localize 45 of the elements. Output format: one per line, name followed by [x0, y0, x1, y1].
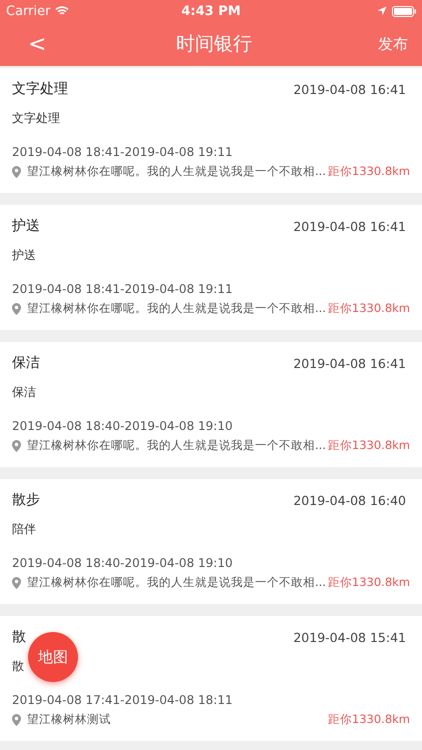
location-text: 望江橡树林你在哪呢。我的人生就是说我是一个不敢相...	[27, 575, 327, 590]
location-pin-icon	[12, 576, 21, 588]
time-range: 2019-04-08 18:41-2019-04-08 19:11	[12, 145, 233, 159]
distance-label: 距你1330.8km	[328, 301, 410, 316]
post-date: 2019-04-08 16:40	[293, 492, 406, 508]
post-title: 散	[12, 628, 26, 646]
distance-label: 距你1330.8km	[328, 438, 410, 453]
post-description: 护送	[12, 247, 36, 264]
carrier-label: Carrier	[6, 4, 50, 18]
location-text: 望江橡树林你在哪呢。我的人生就是说我是一个不敢相...	[27, 301, 327, 316]
post-date: 2019-04-08 16:41	[293, 82, 406, 96]
time-range: 2019-04-08 17:41-2019-04-08 18:11	[12, 693, 233, 707]
clock-time: 4:43 PM	[181, 4, 241, 18]
post-description: 保洁	[12, 384, 36, 401]
battery-icon	[392, 6, 416, 16]
time-range: 2019-04-08 18:40-2019-04-08 19:10	[12, 556, 233, 570]
distance-label: 距你1330.8km	[328, 712, 410, 727]
location-text: 望江橡树林你在哪呢。我的人生就是说我是一个不敢相...	[27, 164, 327, 179]
post-title: 保洁	[12, 354, 40, 372]
post-date: 2019-04-08 16:41	[293, 356, 406, 370]
location-text: 望江橡树林测试	[27, 712, 112, 727]
location-pin-icon	[12, 166, 21, 178]
distance-label: 距你1330.8km	[328, 164, 410, 179]
location-text: 望江橡树林你在哪呢。我的人生就是说我是一个不敢相...	[27, 438, 327, 453]
post-description: 散	[12, 658, 24, 675]
page-title: 时间银行	[176, 32, 252, 57]
post-title: 护送	[12, 217, 40, 235]
post-title: 文字处理	[12, 80, 68, 98]
post-title: 散步	[12, 491, 40, 509]
distance-label: 距你1330.8km	[328, 575, 410, 590]
post-card[interactable]: 散步 2019-04-08 16:40 陪伴 2019-04-08 18:40-2019-04-08 19:10 望江橡树林你在哪呢。我的人生就是说我是一个不敢相... 距你1330.8km	[0, 479, 422, 604]
post-card[interactable]: 保洁 2019-04-08 16:41 保洁 2019-04-08 18:40-2019-04-08 19:10 望江橡树林你在哪呢。我的人生就是说我是一个不敢相... 距你1330.8km	[0, 342, 422, 467]
location-pin-icon	[12, 440, 21, 452]
location-pin-icon	[12, 302, 21, 314]
post-description: 陪伴	[12, 521, 36, 538]
time-range: 2019-04-08 18:40-2019-04-08 19:10	[12, 419, 233, 433]
time-range: 2019-04-08 18:41-2019-04-08 19:11	[12, 282, 233, 296]
post-card[interactable]: 护送 2019-04-08 16:41 护送 2019-04-08 18:41-2019-04-08 19:11 望江橡树林你在哪呢。我的人生就是说我是一个不敢相... 距你1330.8km	[0, 205, 422, 330]
wifi-icon	[55, 6, 70, 16]
post-description: 文字处理	[12, 110, 60, 127]
post-date: 2019-04-08 15:41	[293, 630, 406, 644]
post-date: 2019-04-08 16:41	[293, 218, 406, 234]
post-card[interactable]: 文字处理 2019-04-08 16:41 文字处理 2019-04-08 18:41-2019-04-08 19:11 望江橡树林你在哪呢。我的人生就是说我是一个不敢相... 距你1330.8km	[0, 68, 422, 193]
location-pin-icon	[12, 714, 21, 726]
location-arrow-icon	[376, 6, 387, 16]
